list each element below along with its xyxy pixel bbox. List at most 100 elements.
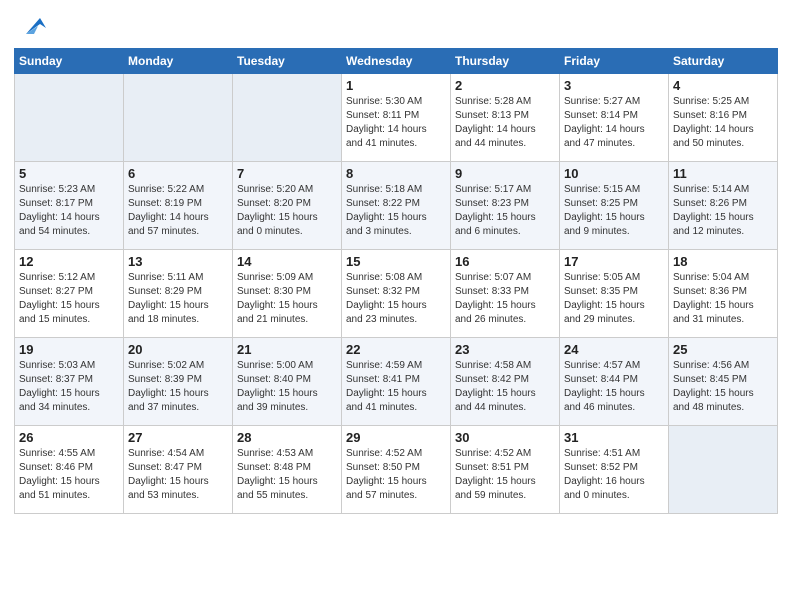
day-number: 1 <box>346 78 446 93</box>
day-number: 4 <box>673 78 773 93</box>
calendar-cell: 17Sunrise: 5:05 AM Sunset: 8:35 PM Dayli… <box>560 250 669 338</box>
day-number: 31 <box>564 430 664 445</box>
day-number: 15 <box>346 254 446 269</box>
calendar-cell: 1 Sunrise: 5:30 AM Sunset: 8:11 PM Daylig… <box>342 74 451 162</box>
day-number: 8 <box>346 166 446 181</box>
logo <box>14 10 48 40</box>
day-number: 7 <box>237 166 337 181</box>
day-number: 9 <box>455 166 555 181</box>
calendar-cell <box>669 426 778 514</box>
calendar-cell: 27 Sunrise: 4:54 AM Sunset: 8:47 PM Dayli… <box>124 426 233 514</box>
calendar-cell: 9 Sunrise: 5:17 AM Sunset: 8:23 PM Daylig… <box>451 162 560 250</box>
day-number: 28 <box>237 430 337 445</box>
calendar-cell: 22 Sunrise: 4:59 AM Sunset: 8:41 PM Dayli… <box>342 338 451 426</box>
calendar-cell: 11Sunrise: 5:14 AM Sunset: 8:26 PM Dayli… <box>669 162 778 250</box>
day-number: 24 <box>564 342 664 357</box>
calendar-week-row: 12 Sunrise: 5:12 AM Sunset: 8:27 PM Dayli… <box>15 250 778 338</box>
calendar-cell: 4 Sunrise: 5:25 AM Sunset: 8:16 PM Daylig… <box>669 74 778 162</box>
calendar-week-row: 19 Sunrise: 5:03 AM Sunset: 8:37 PM Dayli… <box>15 338 778 426</box>
day-number: 23 <box>455 342 555 357</box>
day-detail: Sunrise: 5:08 AM Sunset: 8:32 PM Dayligh… <box>346 271 446 327</box>
day-detail: Sunrise: 4:53 AM Sunset: 8:48 PM Dayligh… <box>237 447 337 503</box>
weekday-header-wednesday: Wednesday <box>342 49 451 74</box>
calendar-cell: 26Sunrise: 4:55 AM Sunset: 8:46 PM Dayli… <box>15 426 124 514</box>
calendar-cell: 7 Sunrise: 5:20 AM Sunset: 8:20 PM Daylig… <box>233 162 342 250</box>
day-detail: Sunrise: 5:04 AM Sunset: 8:36 PM Dayligh… <box>673 271 773 327</box>
day-number: 26 <box>19 430 119 445</box>
day-detail: Sunrise: 4:51 AM Sunset: 8:52 PM Dayligh… <box>564 447 664 503</box>
calendar-cell: 2Sunrise: 5:28 AM Sunset: 8:13 PM Daylig… <box>451 74 560 162</box>
day-detail: Sunrise: 5:07 AM Sunset: 8:33 PM Dayligh… <box>455 271 555 327</box>
calendar-cell: 12 Sunrise: 5:12 AM Sunset: 8:27 PM Dayli… <box>15 250 124 338</box>
day-detail: Sunrise: 5:17 AM Sunset: 8:23 PM Dayligh… <box>455 183 555 239</box>
calendar-cell: 25 Sunrise: 4:56 AM Sunset: 8:45 PM Dayli… <box>669 338 778 426</box>
day-number: 27 <box>128 430 228 445</box>
calendar-cell: 8 Sunrise: 5:18 AM Sunset: 8:22 PM Daylig… <box>342 162 451 250</box>
calendar-week-row: 5Sunrise: 5:23 AM Sunset: 8:17 PM Daylig… <box>15 162 778 250</box>
calendar-cell: 30 Sunrise: 4:52 AM Sunset: 8:51 PM Dayli… <box>451 426 560 514</box>
calendar-cell: 24 Sunrise: 4:57 AM Sunset: 8:44 PM Dayli… <box>560 338 669 426</box>
day-detail: Sunrise: 5:23 AM Sunset: 8:17 PM Dayligh… <box>19 183 119 239</box>
day-detail: Sunrise: 5:27 AM Sunset: 8:14 PM Dayligh… <box>564 95 664 151</box>
calendar-cell: 29Sunrise: 4:52 AM Sunset: 8:50 PM Dayli… <box>342 426 451 514</box>
day-detail: Sunrise: 4:59 AM Sunset: 8:41 PM Dayligh… <box>346 359 446 415</box>
day-detail: Sunrise: 5:15 AM Sunset: 8:25 PM Dayligh… <box>564 183 664 239</box>
day-number: 6 <box>128 166 228 181</box>
calendar-cell: 5Sunrise: 5:23 AM Sunset: 8:17 PM Daylig… <box>15 162 124 250</box>
calendar-table: SundayMondayTuesdayWednesdayThursdayFrid… <box>14 48 778 514</box>
day-detail: Sunrise: 4:54 AM Sunset: 8:47 PM Dayligh… <box>128 447 228 503</box>
weekday-header-row: SundayMondayTuesdayWednesdayThursdayFrid… <box>15 49 778 74</box>
day-detail: Sunrise: 5:00 AM Sunset: 8:40 PM Dayligh… <box>237 359 337 415</box>
day-number: 29 <box>346 430 446 445</box>
day-detail: Sunrise: 4:57 AM Sunset: 8:44 PM Dayligh… <box>564 359 664 415</box>
calendar-cell: 28 Sunrise: 4:53 AM Sunset: 8:48 PM Dayli… <box>233 426 342 514</box>
day-detail: Sunrise: 5:11 AM Sunset: 8:29 PM Dayligh… <box>128 271 228 327</box>
day-detail: Sunrise: 5:14 AM Sunset: 8:26 PM Dayligh… <box>673 183 773 239</box>
day-detail: Sunrise: 5:20 AM Sunset: 8:20 PM Dayligh… <box>237 183 337 239</box>
calendar-cell: 15 Sunrise: 5:08 AM Sunset: 8:32 PM Dayli… <box>342 250 451 338</box>
calendar-cell: 6 Sunrise: 5:22 AM Sunset: 8:19 PM Daylig… <box>124 162 233 250</box>
calendar-cell: 16Sunrise: 5:07 AM Sunset: 8:33 PM Dayli… <box>451 250 560 338</box>
day-number: 22 <box>346 342 446 357</box>
logo-icon <box>18 10 48 40</box>
weekday-header-thursday: Thursday <box>451 49 560 74</box>
calendar-cell: 14 Sunrise: 5:09 AM Sunset: 8:30 PM Dayli… <box>233 250 342 338</box>
calendar-cell: 13 Sunrise: 5:11 AM Sunset: 8:29 PM Dayli… <box>124 250 233 338</box>
calendar-cell: 23 Sunrise: 4:58 AM Sunset: 8:42 PM Dayli… <box>451 338 560 426</box>
day-detail: Sunrise: 5:09 AM Sunset: 8:30 PM Dayligh… <box>237 271 337 327</box>
day-detail: Sunrise: 5:18 AM Sunset: 8:22 PM Dayligh… <box>346 183 446 239</box>
day-number: 30 <box>455 430 555 445</box>
day-number: 10 <box>564 166 664 181</box>
weekday-header-tuesday: Tuesday <box>233 49 342 74</box>
day-number: 3 <box>564 78 664 93</box>
calendar-week-row: 1 Sunrise: 5:30 AM Sunset: 8:11 PM Daylig… <box>15 74 778 162</box>
day-number: 14 <box>237 254 337 269</box>
day-number: 13 <box>128 254 228 269</box>
day-detail: Sunrise: 5:25 AM Sunset: 8:16 PM Dayligh… <box>673 95 773 151</box>
day-number: 20 <box>128 342 228 357</box>
calendar-cell: 3 Sunrise: 5:27 AM Sunset: 8:14 PM Daylig… <box>560 74 669 162</box>
calendar-cell: 31 Sunrise: 4:51 AM Sunset: 8:52 PM Dayli… <box>560 426 669 514</box>
day-detail: Sunrise: 5:28 AM Sunset: 8:13 PM Dayligh… <box>455 95 555 151</box>
weekday-header-saturday: Saturday <box>669 49 778 74</box>
day-detail: Sunrise: 5:05 AM Sunset: 8:35 PM Dayligh… <box>564 271 664 327</box>
day-detail: Sunrise: 4:56 AM Sunset: 8:45 PM Dayligh… <box>673 359 773 415</box>
day-number: 25 <box>673 342 773 357</box>
page: SundayMondayTuesdayWednesdayThursdayFrid… <box>0 0 792 524</box>
calendar-cell <box>124 74 233 162</box>
calendar-week-row: 26Sunrise: 4:55 AM Sunset: 8:46 PM Dayli… <box>15 426 778 514</box>
calendar-cell: 19 Sunrise: 5:03 AM Sunset: 8:37 PM Dayli… <box>15 338 124 426</box>
calendar-cell <box>233 74 342 162</box>
day-number: 12 <box>19 254 119 269</box>
calendar-cell: 10 Sunrise: 5:15 AM Sunset: 8:25 PM Dayli… <box>560 162 669 250</box>
day-detail: Sunrise: 5:22 AM Sunset: 8:19 PM Dayligh… <box>128 183 228 239</box>
day-detail: Sunrise: 4:58 AM Sunset: 8:42 PM Dayligh… <box>455 359 555 415</box>
calendar-cell: 21Sunrise: 5:00 AM Sunset: 8:40 PM Dayli… <box>233 338 342 426</box>
weekday-header-friday: Friday <box>560 49 669 74</box>
day-detail: Sunrise: 4:52 AM Sunset: 8:51 PM Dayligh… <box>455 447 555 503</box>
day-detail: Sunrise: 5:12 AM Sunset: 8:27 PM Dayligh… <box>19 271 119 327</box>
day-number: 19 <box>19 342 119 357</box>
day-detail: Sunrise: 5:03 AM Sunset: 8:37 PM Dayligh… <box>19 359 119 415</box>
day-detail: Sunrise: 5:30 AM Sunset: 8:11 PM Dayligh… <box>346 95 446 151</box>
weekday-header-monday: Monday <box>124 49 233 74</box>
